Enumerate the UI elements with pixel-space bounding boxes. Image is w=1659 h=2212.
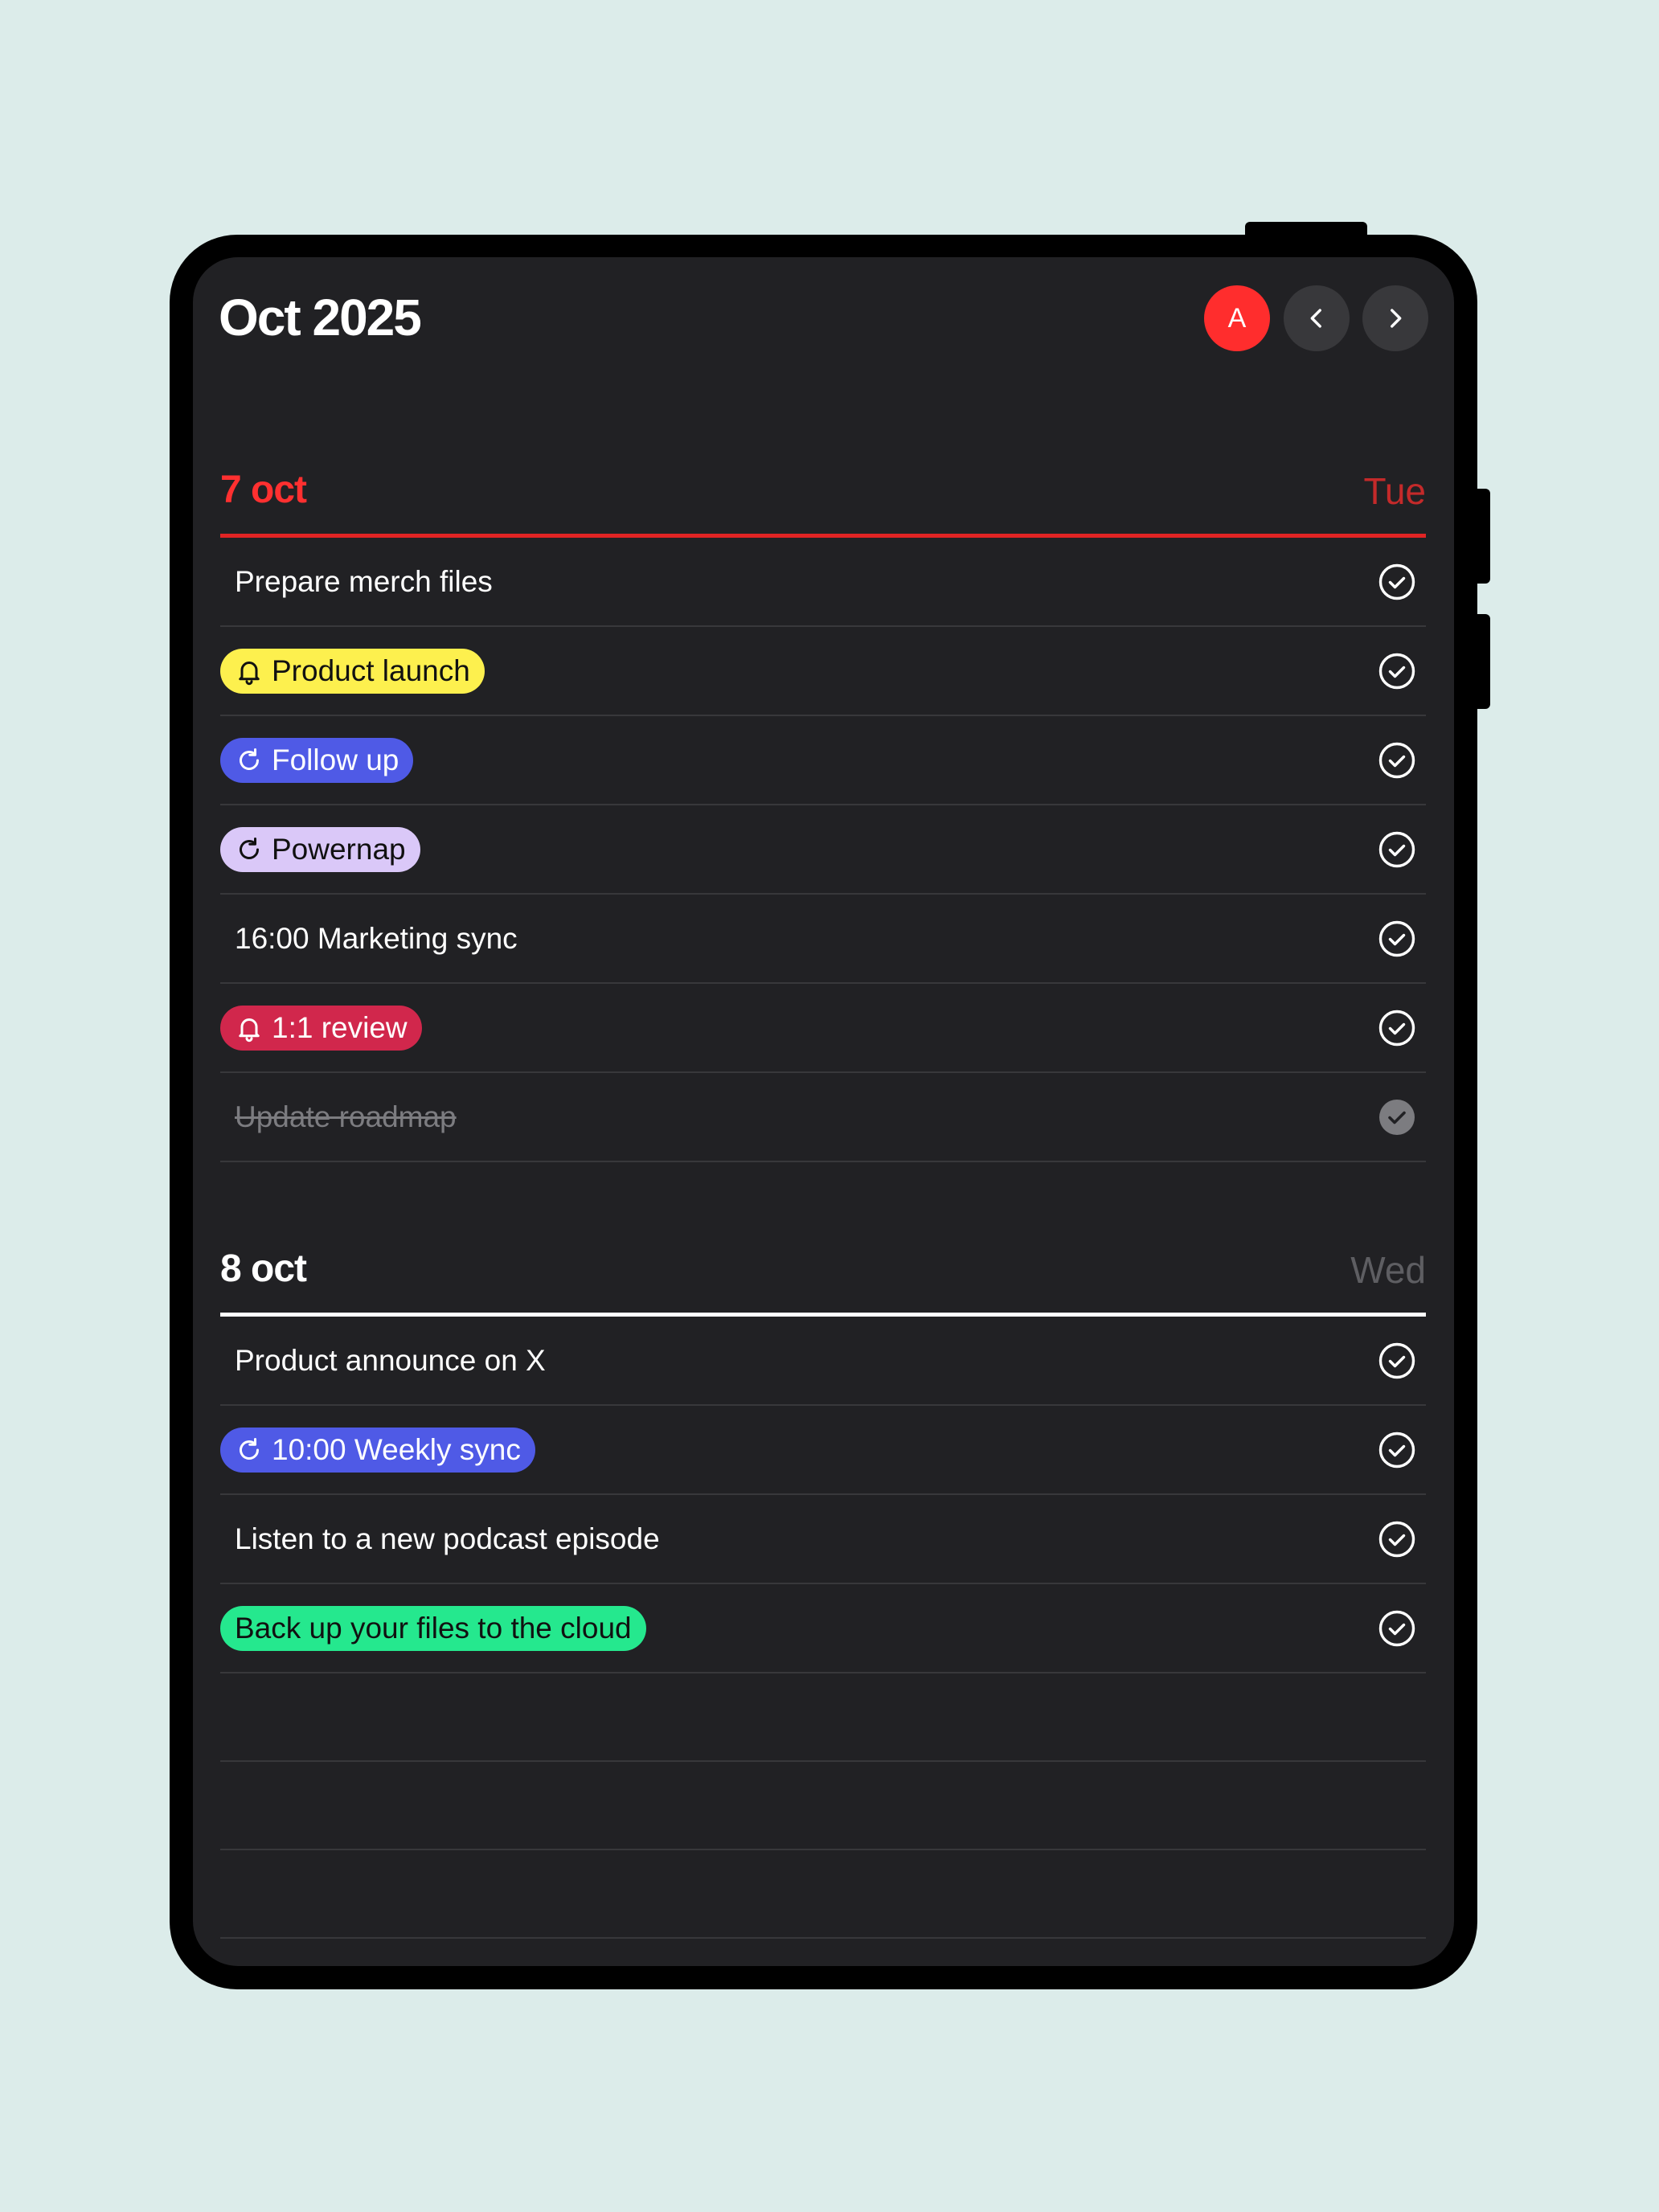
- task-row[interactable]: Product launch: [220, 627, 1426, 716]
- check-circle-icon[interactable]: [1378, 1609, 1416, 1648]
- avatar-letter: A: [1227, 302, 1247, 334]
- empty-row[interactable]: [220, 1673, 1426, 1762]
- day-weekday: Tue: [1363, 470, 1426, 512]
- task-label: Follow up: [272, 743, 399, 776]
- empty-row[interactable]: [220, 1850, 1426, 1939]
- task-row[interactable]: Prepare merch files: [220, 538, 1426, 627]
- empty-row[interactable]: [220, 1762, 1426, 1850]
- day-section-2: 8 oct Wed Product announce on X 10:00 Wee…: [220, 1229, 1426, 1939]
- day-date: 7 oct: [220, 469, 307, 511]
- task-list: Product announce on X 10:00 Weekly sync Li…: [220, 1317, 1426, 1939]
- check-circle-icon[interactable]: [1378, 1342, 1416, 1380]
- checked-circle-icon[interactable]: [1378, 1098, 1416, 1137]
- task-row[interactable]: Update roadmap: [220, 1073, 1426, 1162]
- check-circle-icon[interactable]: [1378, 830, 1416, 869]
- task-row[interactable]: Listen to a new podcast episode: [220, 1495, 1426, 1584]
- day-header: 8 oct Wed: [220, 1229, 1426, 1313]
- task-row[interactable]: Powernap: [220, 805, 1426, 895]
- task-list: Prepare merch files Product launch Follow …: [220, 538, 1426, 1162]
- day-header: 7 oct Tue: [220, 450, 1426, 534]
- task-label: Listen to a new podcast episode: [235, 1522, 660, 1555]
- app-screen: Oct 2025 A 7 oct Tue Prepare merch files…: [193, 257, 1454, 1966]
- task-row[interactable]: 1:1 review: [220, 984, 1426, 1073]
- chevron-left-icon: [1310, 309, 1321, 328]
- task-label: Back up your files to the cloud: [235, 1611, 632, 1645]
- task-label: Update roadmap: [235, 1100, 457, 1133]
- day-weekday: Wed: [1350, 1249, 1426, 1291]
- prev-month-button[interactable]: [1284, 285, 1350, 351]
- check-circle-icon[interactable]: [1378, 741, 1416, 780]
- check-circle-icon[interactable]: [1378, 563, 1416, 601]
- next-month-button[interactable]: [1362, 285, 1428, 351]
- repeat-icon: [240, 748, 259, 770]
- task-row[interactable]: 10:00 Weekly sync: [220, 1406, 1426, 1495]
- chevron-right-icon: [1391, 309, 1402, 328]
- task-chip: Powernap: [220, 826, 420, 872]
- repeat-icon: [240, 1437, 259, 1460]
- check-circle-icon[interactable]: [1378, 652, 1416, 690]
- task-chip: 1:1 review: [220, 1005, 422, 1051]
- task-label: Prepare merch files: [235, 564, 493, 598]
- bell-icon: [239, 661, 260, 685]
- repeat-icon: [240, 837, 259, 859]
- check-circle-icon[interactable]: [1378, 920, 1416, 958]
- check-circle-icon[interactable]: [1378, 1009, 1416, 1047]
- task-chip: 10:00 Weekly sync: [220, 1427, 535, 1473]
- task-chip: Back up your files to the cloud: [220, 1605, 646, 1651]
- day-section-1: 7 oct Tue Prepare merch files Product lau…: [220, 450, 1426, 1162]
- task-label: 16:00 Marketing sync: [235, 921, 518, 955]
- task-label: Powernap: [272, 832, 406, 866]
- task-label: 10:00 Weekly sync: [272, 1432, 521, 1466]
- task-chip: Follow up: [220, 737, 414, 783]
- task-label: 1:1 review: [272, 1010, 408, 1044]
- task-row[interactable]: Product announce on X: [220, 1317, 1426, 1406]
- task-row[interactable]: Follow up: [220, 716, 1426, 805]
- check-circle-icon[interactable]: [1378, 1520, 1416, 1559]
- task-chip: Product launch: [220, 648, 485, 694]
- task-row[interactable]: Back up your files to the cloud: [220, 1584, 1426, 1673]
- task-row[interactable]: 16:00 Marketing sync: [220, 895, 1426, 984]
- task-label: Product announce on X: [235, 1343, 546, 1377]
- page-title: Oct 2025: [219, 289, 422, 346]
- check-circle-icon[interactable]: [1378, 1431, 1416, 1469]
- day-date: 8 oct: [220, 1247, 307, 1290]
- task-label: Product launch: [272, 653, 470, 687]
- avatar[interactable]: A: [1204, 285, 1270, 351]
- bell-icon: [239, 1018, 260, 1042]
